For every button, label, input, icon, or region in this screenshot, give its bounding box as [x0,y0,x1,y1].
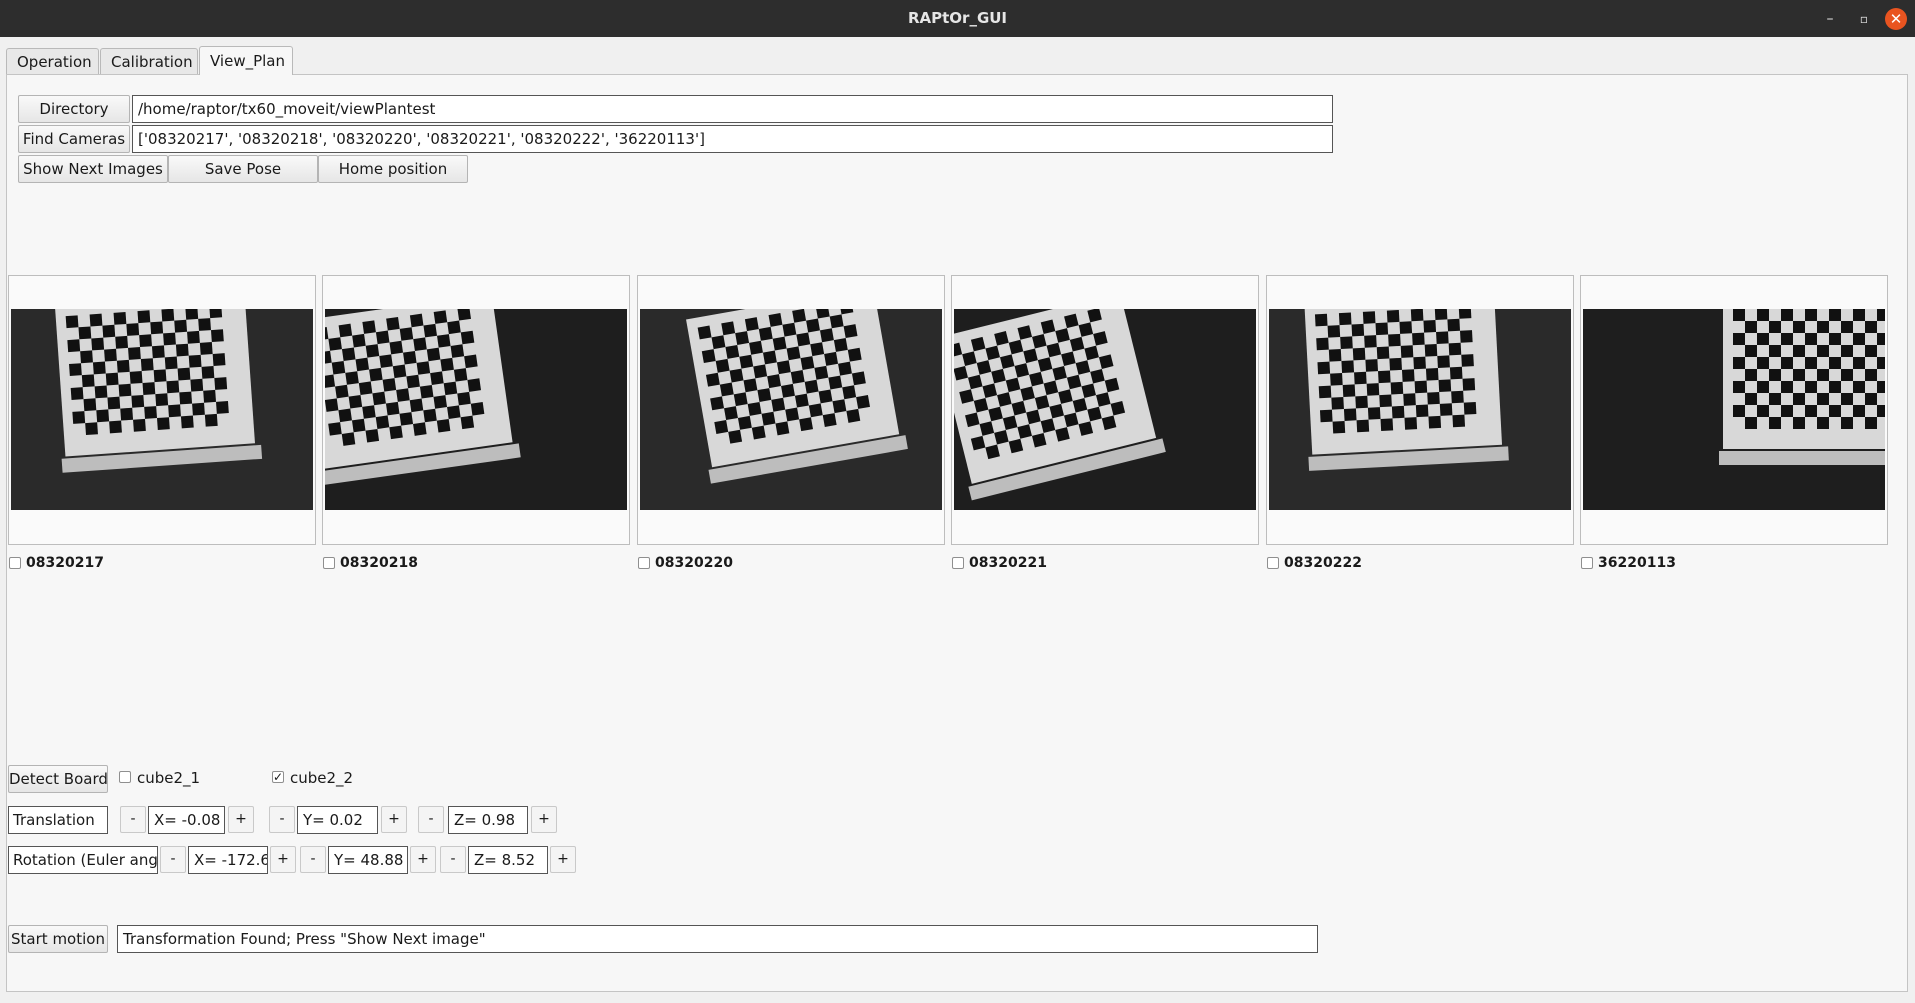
camera-image-frame [8,275,316,545]
maximize-icon[interactable]: ▫ [1853,8,1875,30]
camera-image [325,309,627,510]
translation-z-field[interactable]: Z= 0.98 [448,806,528,834]
rotation-z-field[interactable]: Z= 8.52 [468,846,548,874]
board-label: cube2_1 [137,769,201,787]
detect-boards-button[interactable]: Detect Boards [8,765,108,793]
translation-y-field[interactable]: Y= 0.02 [297,806,378,834]
translation-x-field[interactable]: X= -0.08 [148,806,225,834]
translation-z-plus-button[interactable]: + [531,806,557,833]
find-cameras-button[interactable]: Find Cameras [18,125,130,153]
close-icon[interactable]: ✕ [1885,8,1907,30]
translation-y-minus-button[interactable]: - [269,806,295,833]
minimize-icon[interactable]: – [1819,8,1841,30]
camera-checkbox-36220113[interactable] [1581,557,1593,569]
cameras-field[interactable]: ['08320217', '08320218', '08320220', '08… [132,125,1333,153]
camera-checkbox-08320222[interactable] [1267,557,1279,569]
start-motion-button[interactable]: Start motion [8,925,108,953]
camera-image-frame [951,275,1259,545]
rotation-y-plus-button[interactable]: + [410,846,436,873]
save-pose-button[interactable]: Save Pose [168,155,318,183]
translation-x-plus-button[interactable]: + [228,806,254,833]
camera-checkbox-08320218[interactable] [323,557,335,569]
camera-checkbox-08320217[interactable] [9,557,21,569]
tab-calibration[interactable]: Calibration [100,48,198,74]
directory-field[interactable]: /home/raptor/tx60_moveit/viewPlantest [132,95,1333,123]
translation-x-minus-button[interactable]: - [120,806,146,833]
rotation-label: Rotation (Euler angle [8,846,158,874]
rotation-x-minus-button[interactable]: - [160,846,186,873]
camera-label: 08320218 [340,555,418,571]
checkerboard-image [1269,309,1571,510]
board-checkbox-cube2-1[interactable] [119,771,131,783]
translation-z-minus-button[interactable]: - [418,806,444,833]
status-field: Transformation Found; Press "Show Next i… [117,925,1318,953]
camera-image-frame [637,275,945,545]
rotation-y-minus-button[interactable]: - [300,846,326,873]
camera-label: 08320221 [969,555,1047,571]
rotation-x-field[interactable]: X= -172.65 [188,846,268,874]
camera-label: 08320217 [26,555,104,571]
board-checkbox-cube2-2[interactable]: ✓ [272,771,284,783]
rotation-z-plus-button[interactable]: + [550,846,576,873]
camera-image [954,309,1256,510]
camera-image [640,309,942,510]
translation-y-plus-button[interactable]: + [381,806,407,833]
camera-label: 08320220 [655,555,733,571]
directory-button[interactable]: Directory [18,95,130,123]
camera-label: 08320222 [1284,555,1362,571]
window-title: RAPtOr_GUI [907,9,1008,27]
camera-image-frame [322,275,630,545]
title-bar: RAPtOr_GUI – ▫ ✕ [0,0,1915,37]
board-label: cube2_2 [290,769,354,787]
tab-view-plan[interactable]: View_Plan [199,46,293,75]
translation-label: Translation [8,806,108,834]
rotation-z-minus-button[interactable]: - [440,846,466,873]
camera-image-frame [1266,275,1574,545]
camera-image [1269,309,1571,510]
checkerboard-image [325,309,627,510]
checkerboard-image [11,309,313,510]
rotation-y-field[interactable]: Y= 48.88 [328,846,408,874]
checkerboard-image [640,309,942,510]
camera-checkbox-08320221[interactable] [952,557,964,569]
checkerboard-image [1583,309,1885,510]
camera-image [1583,309,1885,510]
camera-checkbox-08320220[interactable] [638,557,650,569]
home-position-button[interactable]: Home position [318,155,468,183]
tab-operation[interactable]: Operation [6,48,99,74]
camera-image-frame [1580,275,1888,545]
rotation-x-plus-button[interactable]: + [270,846,296,873]
show-next-images-button[interactable]: Show Next Images [18,155,168,183]
camera-image [11,309,313,510]
checkerboard-image [954,309,1256,510]
camera-label: 36220113 [1598,555,1676,571]
